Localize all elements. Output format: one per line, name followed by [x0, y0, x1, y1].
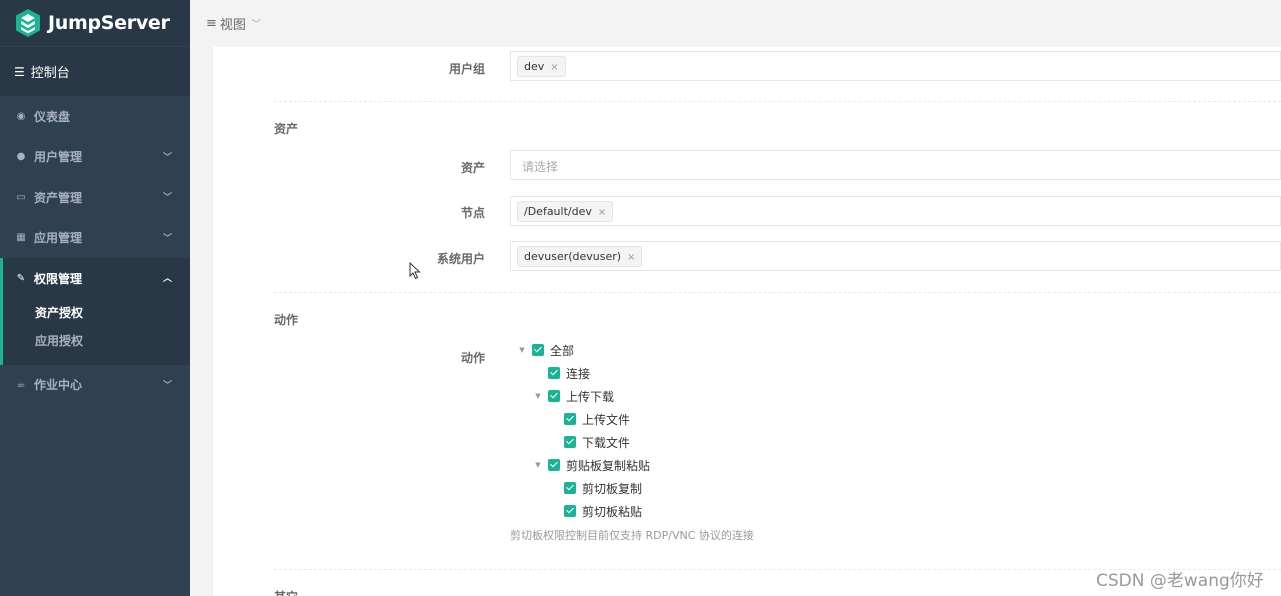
logo[interactable]: JumpServer: [0, 0, 190, 46]
actions-label: 动作: [460, 351, 485, 365]
form-content: 用户组 dev × 资产 资产 请选择 节点 /Default/dev × 系统用户…: [213, 47, 1281, 596]
section-title-actions: 动作: [274, 313, 299, 327]
tree-node-clipboard-paste[interactable]: 剪切板粘贴: [548, 502, 642, 520]
chevron-down-icon[interactable]: ﹀: [252, 17, 261, 30]
tree-node-clipboard[interactable]: ▼ 剪贴板复制粘贴: [532, 456, 650, 474]
checkbox-checked[interactable]: [548, 459, 560, 471]
divider: [274, 101, 1281, 102]
selected-tag: dev ×: [517, 56, 566, 77]
sidebar-item-dashboard[interactable]: ◉ 仪表盘: [0, 96, 190, 137]
sidebar-item-applications[interactable]: ▦ 应用管理 ﹀: [0, 218, 190, 259]
sidebar-item-label: 用户管理: [34, 150, 83, 165]
remove-tag-icon[interactable]: ×: [627, 252, 635, 263]
menu-icon[interactable]: ≡: [206, 16, 217, 31]
section-title-other: 其它: [274, 588, 298, 596]
tree-expand-icon[interactable]: ▼: [516, 346, 528, 354]
tree-node-label: 连接: [566, 366, 591, 381]
mouse-cursor-icon: [409, 261, 421, 283]
logo-text: JumpServer: [48, 12, 170, 34]
tree-node-label: 上传文件: [582, 412, 631, 427]
divider: [274, 292, 1281, 293]
tree-node-label: 下载文件: [582, 435, 631, 450]
tree-node-connect[interactable]: 连接: [532, 364, 590, 382]
remove-tag-icon[interactable]: ×: [598, 207, 606, 218]
sidebar-subitem-asset-permission[interactable]: 资产授权: [3, 299, 190, 327]
tree-node-upload-file[interactable]: 上传文件: [548, 410, 630, 428]
sidebar-subitem-app-permission[interactable]: 应用授权: [3, 327, 190, 365]
tree-node-label: 剪切板复制: [582, 481, 643, 496]
sidebar: JumpServer ☰ 控制台 ◉ 仪表盘 ● 用户管理 ﹀ ▭ 资产管理 ﹀…: [0, 0, 190, 596]
checkbox-checked[interactable]: [564, 413, 576, 425]
checkbox-checked[interactable]: [564, 505, 576, 517]
actions-help-text: 剪切板权限控制目前仅支持 RDP/VNC 协议的连接: [510, 529, 754, 542]
checkbox-checked[interactable]: [532, 344, 544, 356]
checkbox-checked[interactable]: [564, 436, 576, 448]
tree-node-label: 剪切板粘贴: [582, 504, 643, 519]
tree-node-label: 上传下载: [566, 389, 615, 404]
chevron-down-icon: ﹀: [162, 193, 172, 203]
grid-icon: ▦: [16, 232, 26, 244]
users-icon: ●: [16, 151, 26, 163]
tag-text: devuser(devuser): [524, 250, 622, 263]
edit-icon: ✎: [16, 272, 26, 284]
chevron-up-icon: ︿: [162, 274, 172, 284]
console-menu[interactable]: ☰ 控制台: [0, 46, 190, 96]
remove-tag-icon[interactable]: ×: [550, 62, 558, 73]
sidebar-item-label: 应用管理: [34, 231, 83, 246]
chevron-down-icon: ﹀: [162, 380, 172, 391]
asset-label: 资产: [460, 161, 485, 175]
tree-expand-icon[interactable]: ▼: [532, 461, 544, 469]
sidebar-item-users[interactable]: ● 用户管理 ﹀: [0, 137, 190, 178]
sidebar-item-label: 作业中心: [34, 378, 83, 393]
asset-select[interactable]: 请选择: [510, 150, 1281, 180]
user-group-select[interactable]: dev ×: [510, 51, 1281, 81]
watermark: CSDN @老wang你好: [1096, 571, 1264, 591]
sidebar-item-label: 资产管理: [34, 190, 83, 205]
sidebar-nav: ◉ 仪表盘 ● 用户管理 ﹀ ▭ 资产管理 ﹀ ▦ 应用管理 ﹀ ✎ 权限管理 …: [0, 96, 190, 405]
chevron-down-icon: ﹀: [162, 233, 172, 244]
asset-placeholder: 请选择: [522, 160, 559, 174]
tree-node-download-file[interactable]: 下载文件: [548, 433, 630, 451]
inbox-icon: ▭: [16, 191, 26, 203]
section-title-assets: 资产: [274, 122, 299, 136]
dashboard-icon: ◉: [16, 110, 26, 122]
sidebar-item-label: 仪表盘: [34, 109, 71, 124]
system-user-select[interactable]: devuser(devuser) ×: [510, 241, 1281, 271]
tree-node-clipboard-copy[interactable]: 剪切板复制: [548, 479, 642, 497]
tree-expand-icon[interactable]: ▼: [532, 392, 544, 400]
jumpserver-logo-icon: [14, 8, 42, 38]
topbar: ≡ 视图 ﹀: [190, 0, 1281, 47]
sidebar-group-permissions: ✎ 权限管理 ︿ 资产授权 应用授权: [0, 258, 190, 365]
sidebar-item-label: 权限管理: [34, 271, 83, 286]
user-group-label: 用户组: [448, 62, 485, 76]
checkbox-checked[interactable]: [548, 367, 560, 379]
tag-text: dev: [524, 60, 545, 73]
tree-node-upload-download[interactable]: ▼ 上传下载: [532, 387, 614, 405]
node-select[interactable]: /Default/dev ×: [510, 196, 1281, 226]
system-user-label: 系统用户: [436, 252, 485, 266]
chevron-down-icon: ﹀: [162, 152, 172, 163]
tree-node-all[interactable]: ▼ 全部: [516, 341, 574, 359]
tree-node-label: 剪贴板复制粘贴: [566, 458, 651, 473]
view-menu-label[interactable]: 视图: [220, 14, 246, 33]
node-label: 节点: [460, 206, 485, 220]
tag-text: /Default/dev: [524, 205, 592, 218]
checkbox-checked[interactable]: [564, 482, 576, 494]
sidebar-item-permissions[interactable]: ✎ 权限管理 ︿: [3, 258, 190, 299]
selected-tag: devuser(devuser) ×: [517, 246, 643, 267]
console-label: 控制台: [30, 66, 70, 81]
checkbox-checked[interactable]: [548, 390, 560, 402]
coffee-icon: ☕: [16, 379, 26, 391]
sidebar-item-assets[interactable]: ▭ 资产管理 ﹀: [0, 177, 190, 218]
selected-tag: /Default/dev ×: [517, 201, 614, 222]
sliders-icon: ☰: [14, 64, 25, 79]
sidebar-item-jobs[interactable]: ☕ 作业中心 ﹀: [0, 365, 190, 406]
tree-node-label: 全部: [550, 343, 575, 358]
